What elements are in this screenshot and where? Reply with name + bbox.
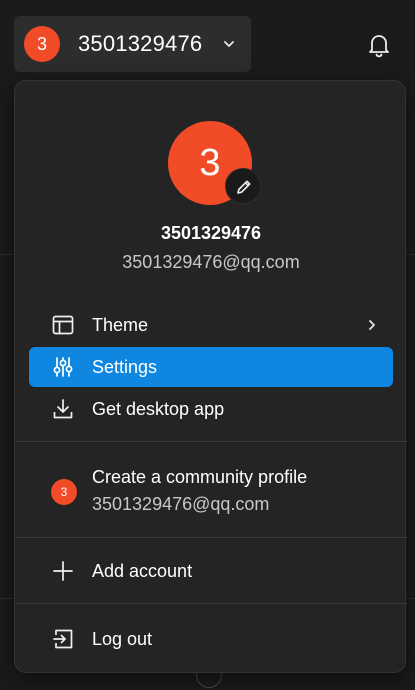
sliders-icon <box>53 357 73 377</box>
divider <box>15 603 407 604</box>
menu-item-label: Settings <box>92 357 158 377</box>
download-icon <box>53 399 73 419</box>
divider <box>15 537 407 538</box>
menu-item-label: Get desktop app <box>92 399 225 419</box>
community-subtitle: 3501329476@qq.com <box>92 494 270 514</box>
chevron-right-icon <box>369 320 375 330</box>
chevron-down-icon <box>224 41 234 47</box>
menu-item-label: Theme <box>92 315 149 335</box>
add-account-button[interactable]: Add account <box>29 551 393 591</box>
layout-icon <box>52 315 74 335</box>
account-name: 3501329476 <box>78 31 203 56</box>
add-account-label: Add account <box>92 561 193 581</box>
log-out-icon <box>53 629 73 649</box>
edit-avatar-button[interactable] <box>225 168 261 204</box>
divider <box>15 441 407 442</box>
avatar: 3 <box>51 479 77 505</box>
bell-icon[interactable] <box>366 32 392 58</box>
menu-item-get-desktop-app[interactable]: Get desktop app <box>29 389 393 429</box>
profile-name: 3501329476 <box>160 223 262 243</box>
top-bar: 3 3501329476 <box>0 0 415 90</box>
community-title: Create a community profile <box>92 467 308 487</box>
log-out-button[interactable]: Log out <box>29 619 393 659</box>
account-switcher-button[interactable]: 3 3501329476 <box>14 16 251 72</box>
log-out-label: Log out <box>92 629 153 649</box>
pencil-icon <box>237 180 251 194</box>
menu-item-theme[interactable]: Theme <box>29 305 393 345</box>
avatar: 3 <box>24 26 60 62</box>
profile-email: 3501329476@qq.com <box>122 252 300 272</box>
account-menu: 3 3501329476 3501329476@qq.com Theme Set… <box>14 80 407 673</box>
plus-icon <box>53 561 73 581</box>
create-community-profile[interactable]: 3 Create a community profile 3501329476@… <box>29 459 393 521</box>
menu-item-settings[interactable]: Settings <box>29 347 393 387</box>
